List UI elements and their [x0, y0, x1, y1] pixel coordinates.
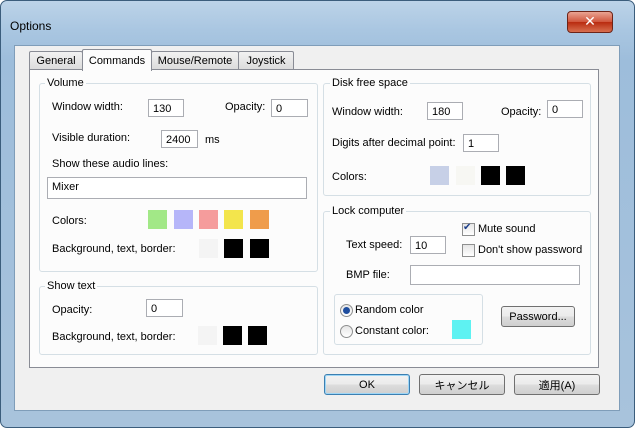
tab-general[interactable]: General	[29, 51, 83, 69]
text-speed-input[interactable]: 10	[410, 236, 446, 254]
constant-color-label[interactable]: Constant color:	[355, 325, 429, 337]
apply-button[interactable]: 適用(A)	[514, 374, 600, 395]
random-color-radio[interactable]	[340, 304, 353, 317]
visible-duration-input[interactable]: 2400	[161, 130, 198, 148]
volume-border-color-swatch[interactable]	[250, 239, 269, 258]
show-text-border-color-swatch[interactable]	[248, 326, 267, 345]
volume-color-swatch-4[interactable]	[224, 210, 243, 229]
disk-group-title: Disk free space	[330, 77, 410, 89]
volume-window-width-label: Window width:	[52, 101, 123, 113]
volume-color-swatch-2[interactable]	[174, 210, 193, 229]
constant-color-radio[interactable]	[340, 325, 353, 338]
show-text-text-color-swatch[interactable]	[223, 326, 242, 345]
show-text-bg-text-border-label: Background, text, border:	[52, 331, 176, 343]
show-text-opacity-input[interactable]: 0	[146, 299, 183, 317]
ok-button[interactable]: OK	[324, 374, 410, 395]
show-text-group-title: Show text	[45, 280, 98, 292]
digits-after-decimal-input[interactable]: 1	[463, 134, 499, 152]
volume-colors-label: Colors:	[52, 215, 87, 227]
disk-color-swatch-3[interactable]	[481, 166, 500, 185]
mute-sound-label[interactable]: Mute sound	[478, 223, 535, 235]
tab-mouse-remote[interactable]: Mouse/Remote	[151, 51, 239, 69]
disk-opacity-input[interactable]: 0	[547, 100, 583, 118]
audio-lines-label: Show these audio lines:	[52, 158, 169, 170]
volume-color-swatch-5[interactable]	[250, 210, 269, 229]
cancel-button[interactable]: キャンセル	[419, 374, 505, 395]
tab-joystick[interactable]: Joystick	[238, 51, 294, 69]
window-title: Options	[10, 19, 52, 33]
show-text-opacity-label: Opacity:	[52, 304, 93, 316]
disk-color-swatch-1[interactable]	[430, 166, 449, 185]
ms-label: ms	[205, 134, 220, 146]
constant-color-swatch[interactable]	[452, 320, 471, 339]
dont-show-password-checkbox[interactable]	[462, 244, 475, 257]
disk-color-swatch-2[interactable]	[456, 166, 475, 185]
volume-color-swatch-3[interactable]	[199, 210, 218, 229]
mute-sound-checkbox[interactable]	[462, 222, 475, 236]
close-icon: ✕	[584, 14, 596, 30]
volume-text-color-swatch[interactable]	[224, 239, 243, 258]
text-speed-label: Text speed:	[346, 239, 403, 251]
volume-group-title: Volume	[45, 77, 86, 89]
password-button[interactable]: Password...	[501, 306, 575, 327]
disk-window-width-input[interactable]: 180	[427, 102, 463, 120]
tab-commands[interactable]: Commands	[82, 49, 152, 71]
bmp-file-input[interactable]	[410, 265, 580, 285]
dont-show-password-label[interactable]: Don't show password	[478, 244, 582, 256]
show-text-background-color-swatch[interactable]	[198, 326, 217, 345]
audio-lines-input[interactable]: Mixer	[47, 177, 307, 199]
volume-opacity-input[interactable]: 0	[271, 99, 308, 117]
close-button[interactable]: ✕	[567, 11, 613, 33]
volume-window-width-input[interactable]: 130	[148, 99, 184, 117]
disk-colors-label: Colors:	[332, 171, 367, 183]
volume-bg-text-border-label: Background, text, border:	[52, 243, 176, 255]
disk-color-swatch-4[interactable]	[506, 166, 525, 185]
volume-opacity-label: Opacity:	[225, 101, 266, 113]
disk-window-width-label: Window width:	[332, 106, 403, 118]
show-text-group	[39, 286, 318, 355]
bmp-file-label: BMP file:	[346, 269, 390, 281]
random-color-label[interactable]: Random color	[355, 304, 423, 316]
digits-after-decimal-label: Digits after decimal point:	[332, 137, 456, 149]
volume-color-swatch-1[interactable]	[148, 210, 167, 229]
lock-group-title: Lock computer	[330, 205, 407, 217]
disk-opacity-label: Opacity:	[501, 106, 542, 118]
volume-background-color-swatch[interactable]	[199, 239, 218, 258]
visible-duration-label: Visible duration:	[52, 132, 131, 144]
